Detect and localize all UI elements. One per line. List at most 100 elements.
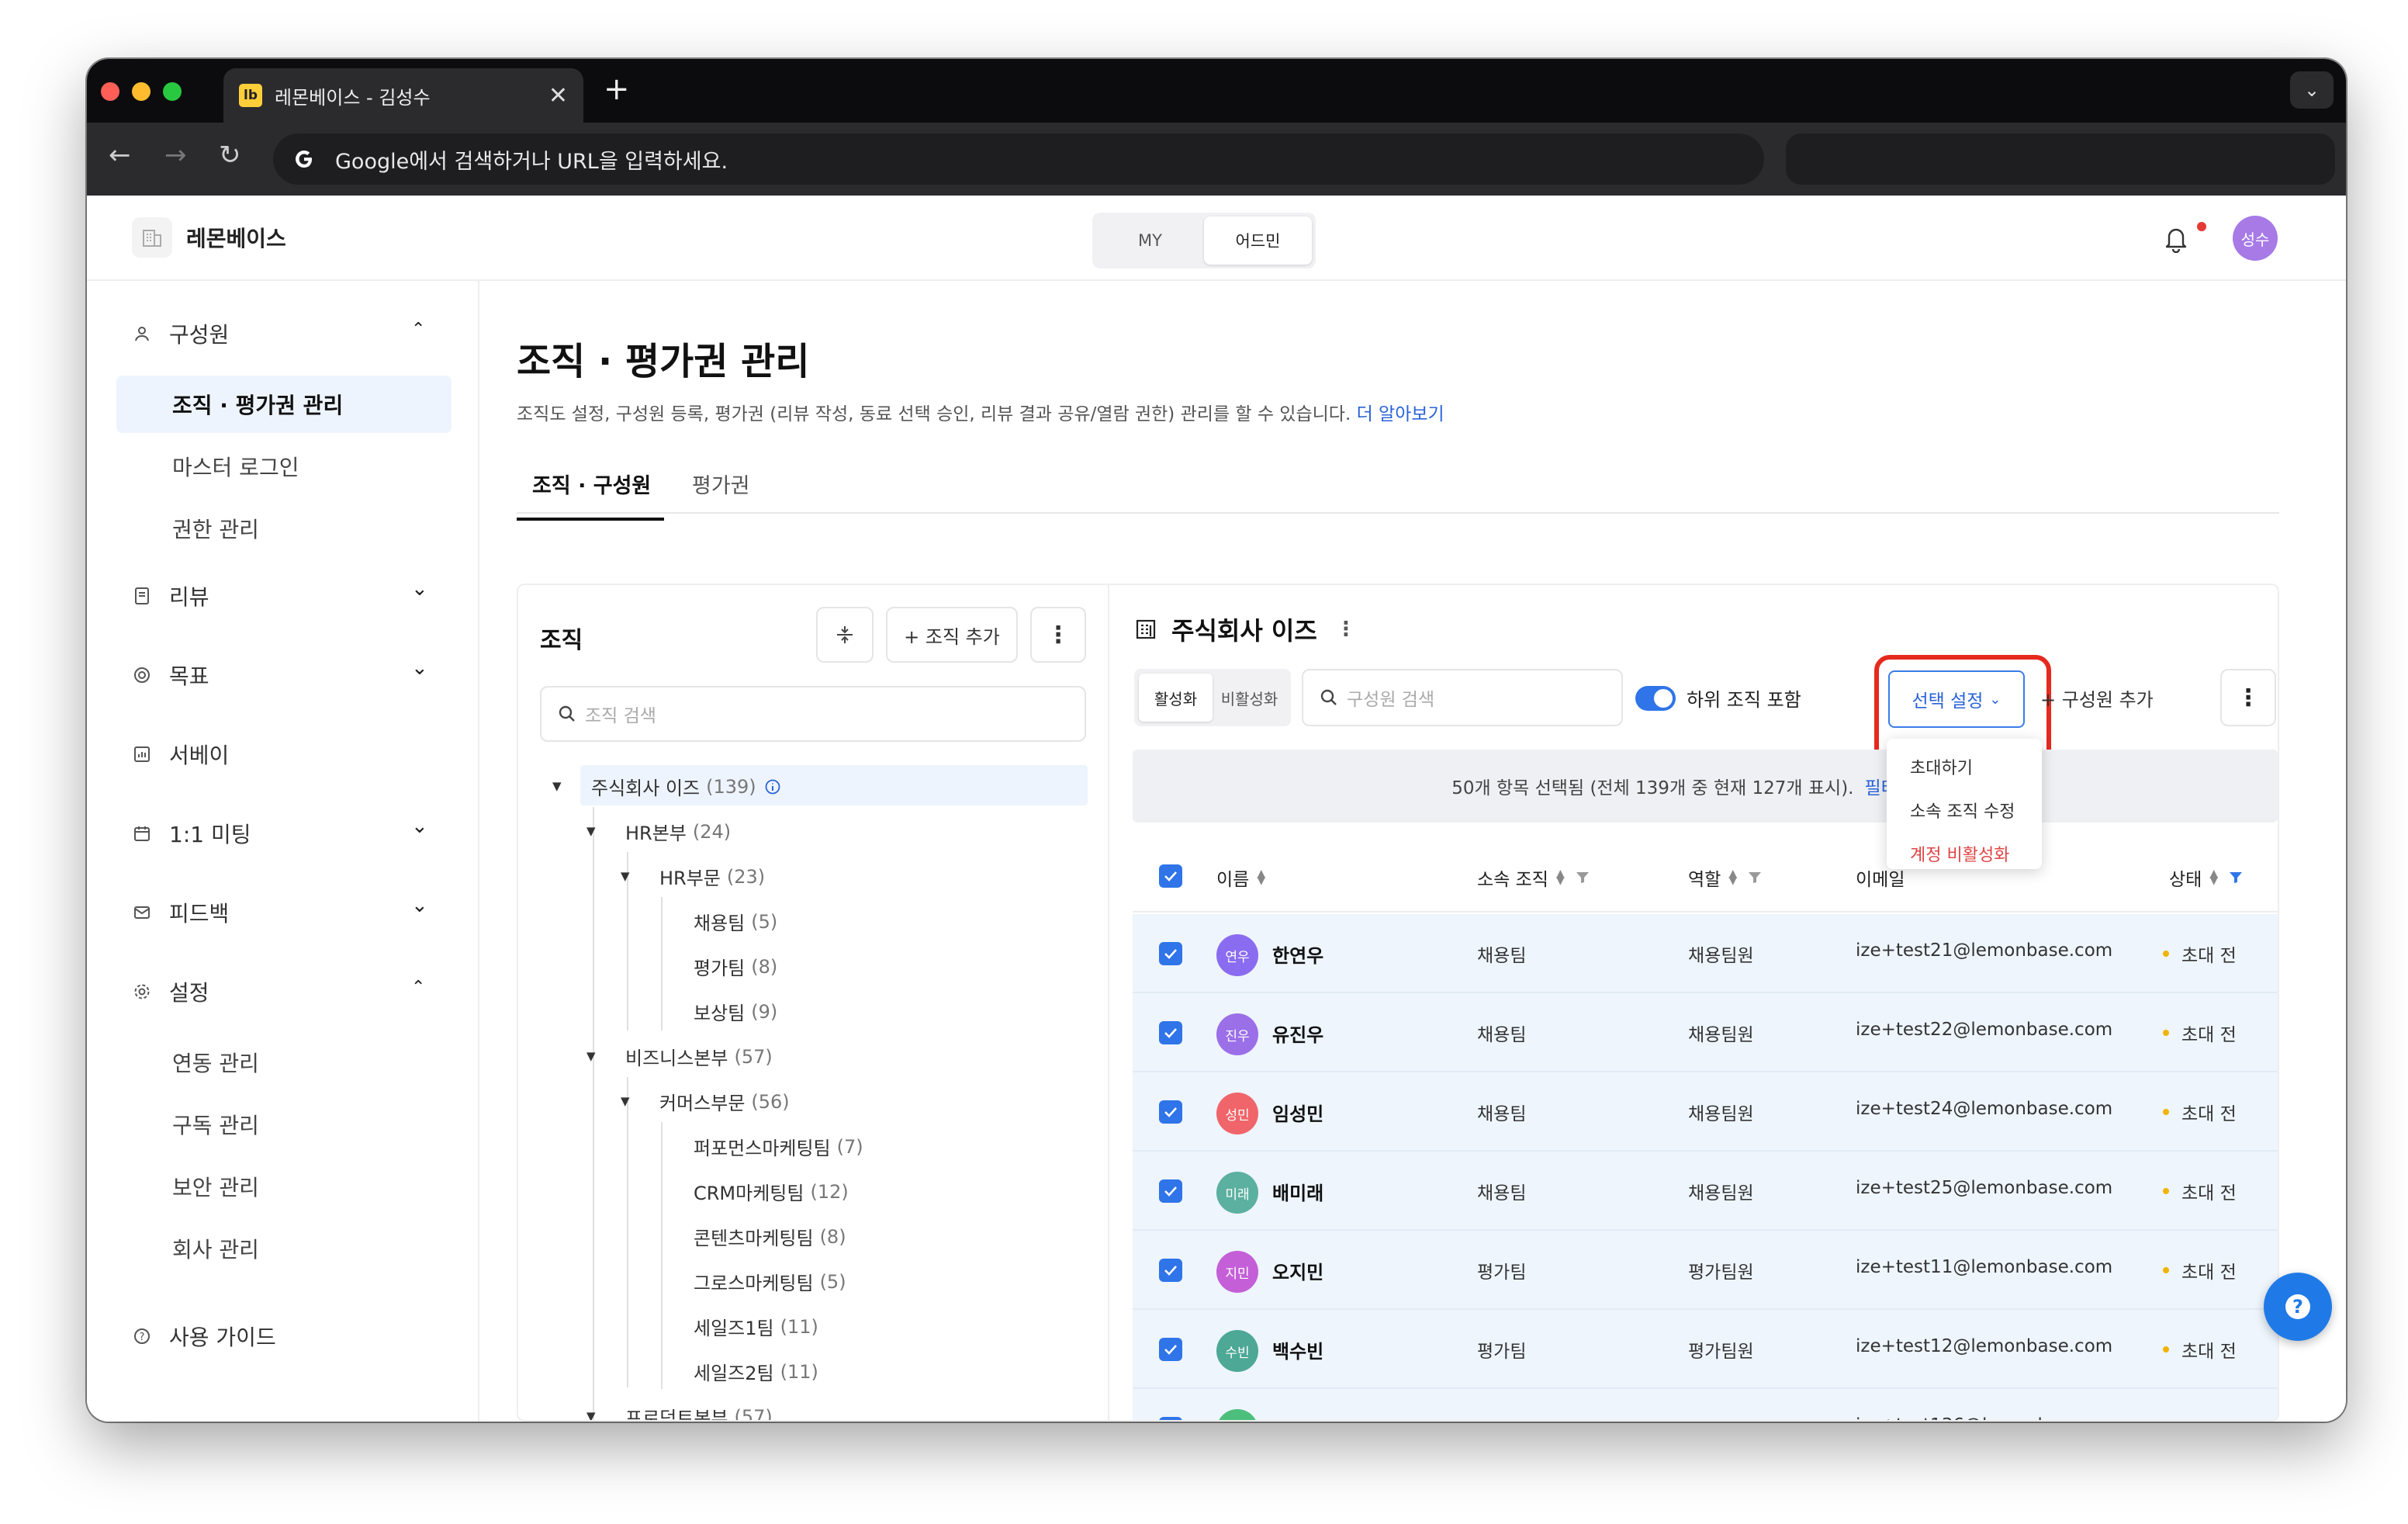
tree-node[interactable]: 채용팀 (5) [694, 908, 777, 935]
row-checkbox[interactable] [1159, 1259, 1182, 1282]
tree-node[interactable]: HR본부 (24) [625, 818, 731, 845]
browser-tab[interactable]: lb 레몬베이스 - 김성수 ✕ [223, 68, 583, 123]
member-name[interactable]: 유진우 [1272, 1020, 1323, 1047]
table-row[interactable]: 지민 오지민 평가팀 평가팀원 ize+test11@lemonbase.com 초대 전 [1133, 1231, 2278, 1310]
new-tab-icon[interactable]: + [604, 71, 630, 107]
caret-down-icon[interactable]: ▼ [621, 1094, 630, 1108]
more-icon[interactable]: ⋮ [1030, 607, 1086, 663]
row-checkbox[interactable] [1159, 1338, 1182, 1361]
chevron-down-icon[interactable]: ⌄ [411, 815, 428, 838]
row-checkbox[interactable] [1159, 1179, 1182, 1203]
tree-node[interactable]: 주식회사 이즈 (139) [591, 773, 781, 800]
more-icon[interactable]: ⋮ [2220, 669, 2276, 726]
table-row[interactable]: 수빈 백수빈 평가팀 평가팀원 ize+test12@lemonbase.com 초대 전 [1133, 1310, 2278, 1389]
add-org-button[interactable]: + 조직 추가 [886, 607, 1018, 663]
caret-down-icon[interactable]: ▼ [552, 779, 562, 793]
column-status[interactable]: 상태 ▲ ▼ [2169, 864, 2243, 891]
tab-list-chevron-icon[interactable]: ⌄ [2290, 71, 2334, 109]
caret-down-icon[interactable]: ▼ [586, 1049, 596, 1063]
member-name[interactable]: 오지민 [1272, 1257, 1323, 1284]
select-all-checkbox[interactable] [1159, 864, 1182, 888]
sidebar-item-settings[interactable]: 설정 [132, 976, 209, 1007]
member-name[interactable]: 최지수 [1272, 1415, 1323, 1420]
sidebar-item-org-permissions[interactable]: 조직 · 평가권 관리 [116, 376, 452, 433]
table-row[interactable]: 미래 배미래 채용팀 채용팀원 ize+test25@lemonbase.com 초대 전 [1133, 1152, 2278, 1231]
sidebar-item-goal[interactable]: 목표 [132, 660, 209, 691]
brand-logo[interactable]: 레몬베이스 [132, 217, 286, 258]
sidebar-item-feedback[interactable]: 피드백 [132, 897, 229, 928]
caret-down-icon[interactable]: ▼ [586, 1409, 596, 1420]
table-row[interactable]: 진우 유진우 채용팀 채용팀원 ize+test22@lemonbase.com 초대 전 [1133, 993, 2278, 1072]
table-row[interactable]: 연우 한연우 채용팀 채용팀원 ize+test21@lemonbase.com 초대 전 [1133, 914, 2278, 993]
table-row[interactable]: 성민 임성민 채용팀 채용팀원 ize+test24@lemonbase.com 초대 전 [1133, 1072, 2278, 1152]
chevron-down-icon[interactable]: ⌄ [411, 577, 428, 601]
row-checkbox[interactable] [1159, 1021, 1182, 1044]
tree-node[interactable]: 프로덕트본부 (57) [625, 1403, 773, 1421]
row-checkbox[interactable] [1159, 1100, 1182, 1124]
address-bar[interactable]: Google에서 검색하거나 URL을 입력하세요. [273, 133, 1764, 185]
table-row[interactable]: 지수최지수 평가팀 평가팀원 ize+test136@lemonbase.com 초대 … [1133, 1389, 2278, 1420]
filter-active-button[interactable]: 활성화 [1139, 674, 1213, 722]
tree-node[interactable]: 커머스부문 (56) [659, 1088, 790, 1115]
sidebar-item-security[interactable]: 보안 관리 [116, 1158, 452, 1215]
user-avatar[interactable]: 성수 [2233, 216, 2278, 261]
learn-more-link[interactable]: 더 알아보기 [1357, 404, 1444, 424]
tree-node[interactable]: CRM마케팅팀 (12) [694, 1178, 849, 1205]
add-member-button[interactable]: + 구성원 추가 [2040, 684, 2154, 712]
bell-icon[interactable] [2161, 223, 2191, 256]
sidebar-item-company[interactable]: 회사 관리 [116, 1220, 452, 1277]
filter-inactive-button[interactable]: 비활성화 [1213, 674, 1286, 722]
reload-icon[interactable]: ↻ [219, 140, 241, 171]
chevron-up-icon[interactable]: ⌃ [411, 978, 425, 997]
more-icon[interactable]: ⋮ [1336, 618, 1356, 641]
chevron-down-icon[interactable]: ⌄ [411, 894, 428, 917]
chevron-down-icon[interactable]: ⌄ [411, 656, 428, 680]
member-name[interactable]: 백수빈 [1272, 1336, 1323, 1363]
sidebar-item-members[interactable]: 구성원 [132, 318, 229, 349]
member-search-input[interactable]: 구성원 검색 [1302, 669, 1623, 726]
column-role[interactable]: 역할 ▲ ▼ [1688, 864, 1762, 891]
sidebar-item-master-login[interactable]: 마스터 로그인 [116, 438, 452, 495]
tab-permissions[interactable]: 평가권 [692, 469, 750, 499]
sidebar-item-guide[interactable]: ? 사용 가이드 [132, 1321, 276, 1352]
column-org[interactable]: 소속 조직 ▲ ▼ [1477, 864, 1590, 891]
tab-org-members[interactable]: 조직 · 구성원 [517, 469, 664, 521]
tree-node[interactable]: 비즈니스본부 (57) [625, 1043, 773, 1070]
sidebar-item-survey[interactable]: 서베이 [132, 739, 229, 770]
member-name[interactable]: 배미래 [1272, 1178, 1323, 1205]
mode-my-button[interactable]: MY [1096, 216, 1204, 265]
tree-node[interactable]: HR부문 (23) [659, 863, 765, 890]
column-name[interactable]: 이름 ▲ ▼ [1216, 864, 1265, 891]
tree-node[interactable]: 평가팀 (8) [694, 953, 777, 980]
mode-admin-button[interactable]: 어드민 [1204, 216, 1312, 265]
sidebar-item-meeting[interactable]: 1:1 미팅 [132, 818, 251, 849]
caret-down-icon[interactable]: ▼ [586, 824, 596, 838]
org-search-input[interactable]: 조직 검색 [540, 686, 1086, 742]
forward-icon[interactable]: → [164, 140, 187, 171]
menu-item-deactivate[interactable]: 계정 비활성화 [1887, 832, 2042, 875]
maximize-window-button[interactable] [163, 82, 182, 101]
close-tab-icon[interactable]: ✕ [548, 82, 568, 109]
collapse-icon[interactable] [816, 607, 874, 663]
tree-node[interactable]: 세일즈2팀 (11) [694, 1358, 818, 1385]
menu-item-invite[interactable]: 초대하기 [1887, 745, 2042, 788]
sidebar-item-review[interactable]: 리뷰 [132, 580, 209, 611]
tree-node[interactable]: 콘텐츠마케팅팀 (8) [694, 1223, 846, 1250]
close-window-button[interactable] [101, 82, 119, 101]
member-name[interactable]: 한연우 [1272, 940, 1323, 968]
tree-node[interactable]: 그로스마케팅팀 (5) [694, 1268, 846, 1295]
sidebar-item-subscription[interactable]: 구독 관리 [116, 1096, 452, 1153]
chevron-up-icon[interactable]: ⌃ [411, 320, 425, 339]
tree-node[interactable]: 퍼포먼스마케팅팀 (7) [694, 1133, 863, 1160]
sidebar-item-permissions[interactable]: 권한 관리 [116, 500, 452, 557]
help-button[interactable]: ? [2264, 1273, 2332, 1341]
tree-node[interactable]: 보상팀 (9) [694, 998, 777, 1025]
menu-item-edit-org[interactable]: 소속 조직 수정 [1887, 788, 2042, 832]
row-checkbox[interactable] [1159, 1417, 1182, 1420]
back-icon[interactable]: ← [109, 140, 131, 171]
caret-down-icon[interactable]: ▼ [621, 869, 630, 883]
member-name[interactable]: 임성민 [1272, 1099, 1323, 1126]
sidebar-item-integrations[interactable]: 연동 관리 [116, 1034, 452, 1091]
tree-node[interactable]: 세일즈1팀 (11) [694, 1313, 818, 1340]
row-checkbox[interactable] [1159, 942, 1182, 965]
